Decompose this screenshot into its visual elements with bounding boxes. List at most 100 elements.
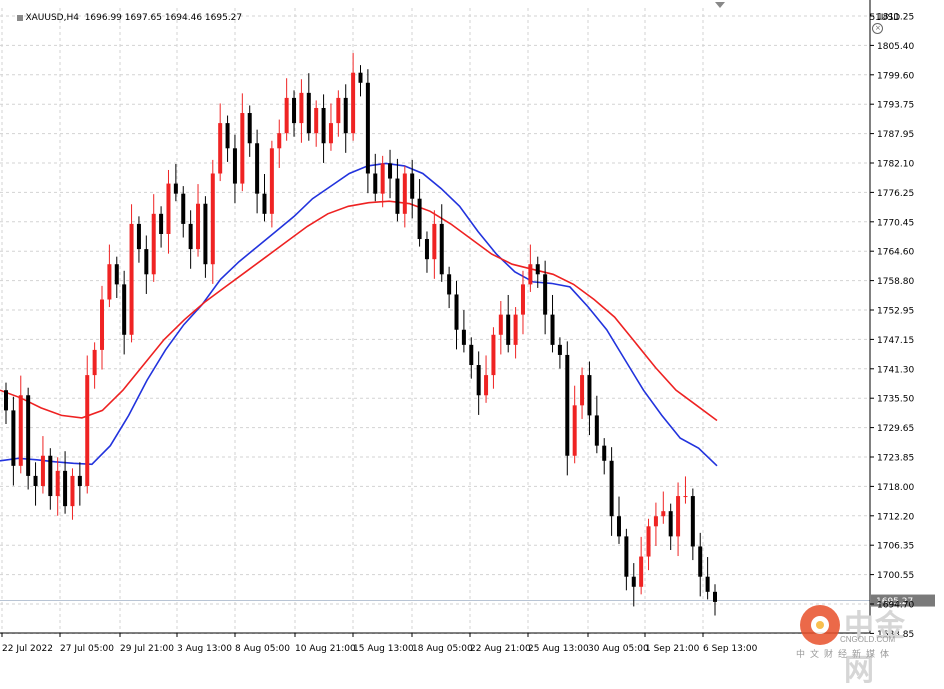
candle-bear[interactable] — [410, 173, 415, 199]
candle-bear[interactable] — [698, 546, 703, 577]
candle-bull[interactable] — [151, 213, 156, 275]
candle-bear[interactable] — [122, 284, 127, 335]
candle-bear[interactable] — [292, 97, 297, 124]
candle-bull[interactable] — [129, 223, 134, 335]
candle-bear[interactable] — [543, 274, 548, 315]
candle-bear[interactable] — [48, 455, 53, 497]
candle-bull[interactable] — [55, 470, 60, 497]
candle-bear[interactable] — [602, 445, 607, 461]
candle-bear[interactable] — [203, 203, 208, 265]
candle-bull[interactable] — [18, 395, 23, 466]
candle-bear[interactable] — [188, 223, 193, 250]
candle-bull[interactable] — [676, 496, 681, 537]
candle-bear[interactable] — [506, 314, 511, 345]
candle-bull[interactable] — [299, 92, 304, 124]
candle-bull[interactable] — [653, 516, 658, 527]
candle-bear[interactable] — [705, 576, 710, 592]
candle-bull[interactable] — [683, 496, 688, 498]
candle-bear[interactable] — [255, 143, 260, 194]
candle-bear[interactable] — [365, 82, 370, 174]
candle-bull[interactable] — [277, 133, 282, 149]
candle-bear[interactable] — [33, 475, 38, 486]
chart-root[interactable]: 1695.27 1811.25 1805.40 1799.60 1793.75 1787… — [0, 0, 944, 688]
candle-bull[interactable] — [639, 556, 644, 587]
candle-bear[interactable] — [173, 183, 178, 194]
candle-bull[interactable] — [380, 163, 385, 194]
candle-bear[interactable] — [306, 92, 311, 134]
candle-bear[interactable] — [232, 148, 237, 184]
candle-bear[interactable] — [713, 591, 717, 602]
candle-bull[interactable] — [107, 264, 112, 300]
candle-bear[interactable] — [358, 72, 363, 83]
candle-bear[interactable] — [144, 249, 149, 275]
candle-bear[interactable] — [321, 107, 326, 144]
candle-bull[interactable] — [520, 284, 525, 315]
candle-bear[interactable] — [476, 365, 481, 396]
candle-bear[interactable] — [550, 314, 555, 345]
candle-bear[interactable] — [11, 410, 16, 466]
candle-bull[interactable] — [491, 334, 496, 376]
candle-bull[interactable] — [402, 173, 407, 214]
candle-bull[interactable] — [218, 123, 223, 174]
candle-bear[interactable] — [77, 475, 82, 486]
candle-bull[interactable] — [661, 511, 666, 517]
candle-bear[interactable] — [343, 97, 348, 134]
candle-bear[interactable] — [616, 516, 621, 537]
candle-bull[interactable] — [269, 148, 274, 214]
candle-bear[interactable] — [417, 198, 422, 240]
candle-bear[interactable] — [424, 239, 429, 260]
candle-bull[interactable] — [432, 223, 437, 260]
candle-bear[interactable] — [388, 163, 393, 179]
candle-bear[interactable] — [225, 123, 230, 149]
candle-bull[interactable] — [484, 375, 489, 396]
candle-bull[interactable] — [513, 314, 518, 345]
chart-svg[interactable]: 1695.27 1811.251805.401799.601793.751787… — [0, 0, 944, 661]
account-badge[interactable]: 51USD × — [858, 3, 900, 44]
candle-bull[interactable] — [100, 299, 105, 350]
candle-bear[interactable] — [609, 460, 614, 517]
candle-bull[interactable] — [580, 375, 585, 406]
candle-bull[interactable] — [528, 264, 533, 285]
candle-bull[interactable] — [92, 349, 97, 376]
candle-bear[interactable] — [461, 329, 466, 345]
candle-bear[interactable] — [557, 344, 562, 355]
candle-bull[interactable] — [70, 475, 75, 507]
candle-bull[interactable] — [328, 123, 333, 144]
candle-bull[interactable] — [196, 203, 201, 250]
candle-bull[interactable] — [572, 405, 577, 456]
candle-bear[interactable] — [631, 576, 636, 587]
scroll-arrow-icon[interactable] — [715, 2, 725, 8]
candle-bear[interactable] — [565, 354, 570, 456]
candle-bull[interactable] — [646, 526, 651, 557]
candle-bear[interactable] — [469, 344, 474, 366]
candle-bear[interactable] — [447, 274, 452, 295]
candle-bear[interactable] — [114, 264, 119, 285]
candle-bull[interactable] — [336, 97, 341, 124]
candle-bear[interactable] — [63, 470, 68, 507]
candle-bull[interactable] — [210, 173, 215, 265]
candle-bear[interactable] — [247, 113, 252, 144]
candle-bull[interactable] — [85, 375, 90, 486]
candle-bull[interactable] — [498, 314, 503, 335]
candle-bull[interactable] — [166, 183, 171, 234]
candle-bear[interactable] — [587, 375, 592, 416]
candle-bear[interactable] — [535, 264, 540, 275]
candle-bear[interactable] — [159, 213, 164, 234]
candle-bear[interactable] — [668, 511, 673, 537]
candle-bear[interactable] — [181, 193, 186, 224]
candle-bull[interactable] — [351, 72, 356, 134]
candle-bull[interactable] — [240, 113, 245, 184]
candle-bear[interactable] — [136, 223, 141, 250]
candle-bear[interactable] — [454, 294, 459, 330]
candle-bear[interactable] — [262, 193, 267, 214]
candle-bear[interactable] — [4, 390, 8, 411]
settings-icon[interactable]: × — [872, 23, 884, 34]
candle-bear[interactable] — [395, 178, 400, 214]
candle-bear[interactable] — [373, 173, 378, 194]
candle-bear[interactable] — [690, 496, 695, 547]
candle-bear[interactable] — [594, 415, 599, 446]
candle-bull[interactable] — [314, 107, 319, 134]
candle-bull[interactable] — [40, 455, 45, 486]
candle-bull[interactable] — [284, 97, 289, 134]
candle-bear[interactable] — [439, 223, 444, 275]
